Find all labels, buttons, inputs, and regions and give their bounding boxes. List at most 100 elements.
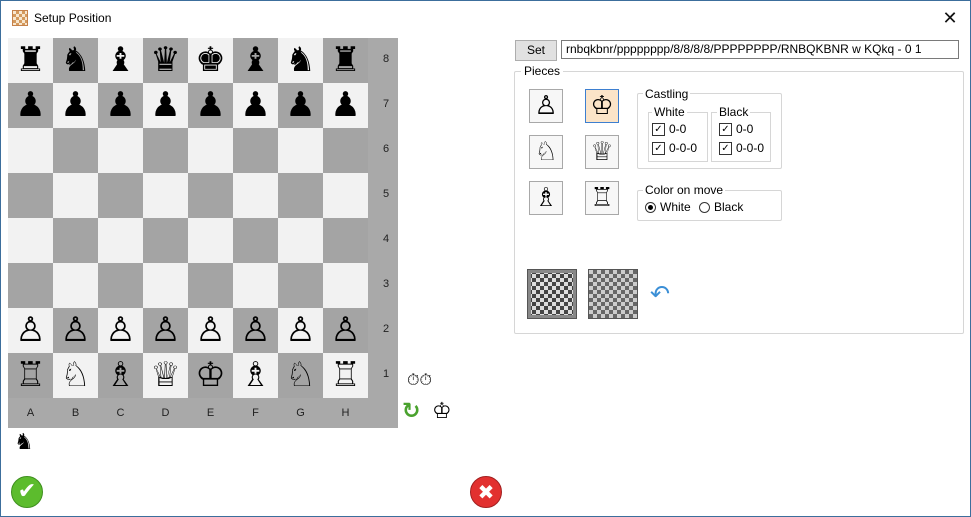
chess-piece[interactable]: ♞ — [60, 38, 90, 83]
square-e5[interactable] — [188, 173, 233, 218]
chess-piece[interactable]: ♗ — [240, 353, 270, 398]
knight-palette-button[interactable]: ♘ — [529, 135, 563, 169]
chess-piece[interactable]: ♙ — [330, 308, 360, 353]
square-d1[interactable]: ♕ — [143, 353, 188, 398]
king-palette-button[interactable]: ♔ — [585, 89, 619, 123]
chess-piece[interactable]: ♟ — [60, 83, 90, 128]
chess-piece[interactable]: ♙ — [60, 308, 90, 353]
ok-button[interactable]: ✔ — [11, 476, 43, 508]
square-c4[interactable] — [98, 218, 143, 263]
square-a8[interactable]: ♜ — [8, 38, 53, 83]
square-f2[interactable]: ♙ — [233, 308, 278, 353]
chess-piece[interactable]: ♙ — [195, 308, 225, 353]
white-to-move-radio[interactable]: White — [645, 200, 691, 214]
chess-piece[interactable]: ♜ — [330, 38, 360, 83]
square-c3[interactable] — [98, 263, 143, 308]
square-a4[interactable] — [8, 218, 53, 263]
square-d4[interactable] — [143, 218, 188, 263]
chess-piece[interactable]: ♟ — [150, 83, 180, 128]
black-long-castle-checkbox[interactable]: ✓ 0-0-0 — [719, 141, 764, 155]
square-e1[interactable]: ♔ — [188, 353, 233, 398]
square-a1[interactable]: ♖ — [8, 353, 53, 398]
square-c2[interactable]: ♙ — [98, 308, 143, 353]
chess-piece[interactable]: ♕ — [150, 353, 180, 398]
black-to-move-radio[interactable]: Black — [699, 200, 743, 214]
square-e3[interactable] — [188, 263, 233, 308]
square-h8[interactable]: ♜ — [323, 38, 368, 83]
square-h5[interactable] — [323, 173, 368, 218]
square-h6[interactable] — [323, 128, 368, 173]
chess-piece[interactable]: ♙ — [105, 308, 135, 353]
square-d3[interactable] — [143, 263, 188, 308]
chess-piece[interactable]: ♟ — [195, 83, 225, 128]
chess-piece[interactable]: ♟ — [105, 83, 135, 128]
chess-piece[interactable]: ♛ — [150, 38, 180, 83]
chess-piece[interactable]: ♟ — [15, 83, 45, 128]
square-g6[interactable] — [278, 128, 323, 173]
square-d2[interactable]: ♙ — [143, 308, 188, 353]
chess-piece[interactable]: ♟ — [330, 83, 360, 128]
queen-palette-button[interactable]: ♕ — [585, 135, 619, 169]
square-h7[interactable]: ♟ — [323, 83, 368, 128]
close-icon[interactable]: ✕ — [938, 7, 962, 29]
chess-piece[interactable]: ♙ — [15, 308, 45, 353]
cancel-button[interactable]: ✖ — [470, 476, 502, 508]
bishop-palette-button[interactable]: ♗ — [529, 181, 563, 215]
square-f5[interactable] — [233, 173, 278, 218]
pawn-palette-button[interactable]: ♙ — [529, 89, 563, 123]
square-c7[interactable]: ♟ — [98, 83, 143, 128]
square-c6[interactable] — [98, 128, 143, 173]
square-a2[interactable]: ♙ — [8, 308, 53, 353]
square-e7[interactable]: ♟ — [188, 83, 233, 128]
square-b6[interactable] — [53, 128, 98, 173]
clock-icon[interactable]: ⏱⏱ — [407, 370, 437, 390]
square-e6[interactable] — [188, 128, 233, 173]
rook-palette-button[interactable]: ♖ — [585, 181, 619, 215]
square-h3[interactable] — [323, 263, 368, 308]
chess-piece[interactable]: ♙ — [150, 308, 180, 353]
square-a7[interactable]: ♟ — [8, 83, 53, 128]
chess-piece[interactable]: ♖ — [15, 353, 45, 398]
start-position-button[interactable] — [588, 269, 638, 319]
square-d6[interactable] — [143, 128, 188, 173]
square-h2[interactable]: ♙ — [323, 308, 368, 353]
chess-piece[interactable]: ♙ — [285, 308, 315, 353]
square-b4[interactable] — [53, 218, 98, 263]
square-c1[interactable]: ♗ — [98, 353, 143, 398]
square-b1[interactable]: ♘ — [53, 353, 98, 398]
checkbox[interactable]: ✓ — [719, 141, 732, 155]
white-short-castle-checkbox[interactable]: ✓ 0-0 — [652, 122, 686, 136]
square-a3[interactable] — [8, 263, 53, 308]
checkbox[interactable]: ✓ — [652, 122, 665, 136]
chess-piece[interactable]: ♟ — [285, 83, 315, 128]
square-h4[interactable] — [323, 218, 368, 263]
square-b8[interactable]: ♞ — [53, 38, 98, 83]
undo-icon[interactable]: ↶ — [650, 282, 682, 306]
square-d5[interactable] — [143, 173, 188, 218]
square-g3[interactable] — [278, 263, 323, 308]
square-g7[interactable]: ♟ — [278, 83, 323, 128]
square-b5[interactable] — [53, 173, 98, 218]
chess-piece[interactable]: ♙ — [240, 308, 270, 353]
chess-piece[interactable]: ♔ — [195, 353, 225, 398]
square-d7[interactable]: ♟ — [143, 83, 188, 128]
square-h1[interactable]: ♖ — [323, 353, 368, 398]
chess-board[interactable]: ♜ ♞ ♝ ♛ ♚ ♝ ♞ ♜ ♟ ♟ ♟ ♟ ♟ ♟ ♟ ♟ ♙ ♙ ♙ ♙ ♙ ♙ ♙ ♙ ♖ ♘ ♗ ♕ ♔ ♗ ♘ ♖ 8 7 6 5 4 3 2 1… — [8, 38, 398, 428]
square-a5[interactable] — [8, 173, 53, 218]
square-f3[interactable] — [233, 263, 278, 308]
square-c8[interactable]: ♝ — [98, 38, 143, 83]
set-fen-button[interactable]: Set — [515, 40, 557, 61]
chess-piece[interactable]: ♜ — [15, 38, 45, 83]
chess-piece[interactable]: ♟ — [240, 83, 270, 128]
square-f4[interactable] — [233, 218, 278, 263]
checkbox[interactable]: ✓ — [719, 122, 732, 136]
engine-icon[interactable]: ♞ — [14, 430, 48, 460]
square-e4[interactable] — [188, 218, 233, 263]
square-e2[interactable]: ♙ — [188, 308, 233, 353]
square-c5[interactable] — [98, 173, 143, 218]
radio[interactable] — [645, 201, 656, 213]
chess-piece[interactable]: ♝ — [105, 38, 135, 83]
chess-piece[interactable]: ♗ — [105, 353, 135, 398]
chess-piece[interactable]: ♖ — [330, 353, 360, 398]
square-b2[interactable]: ♙ — [53, 308, 98, 353]
